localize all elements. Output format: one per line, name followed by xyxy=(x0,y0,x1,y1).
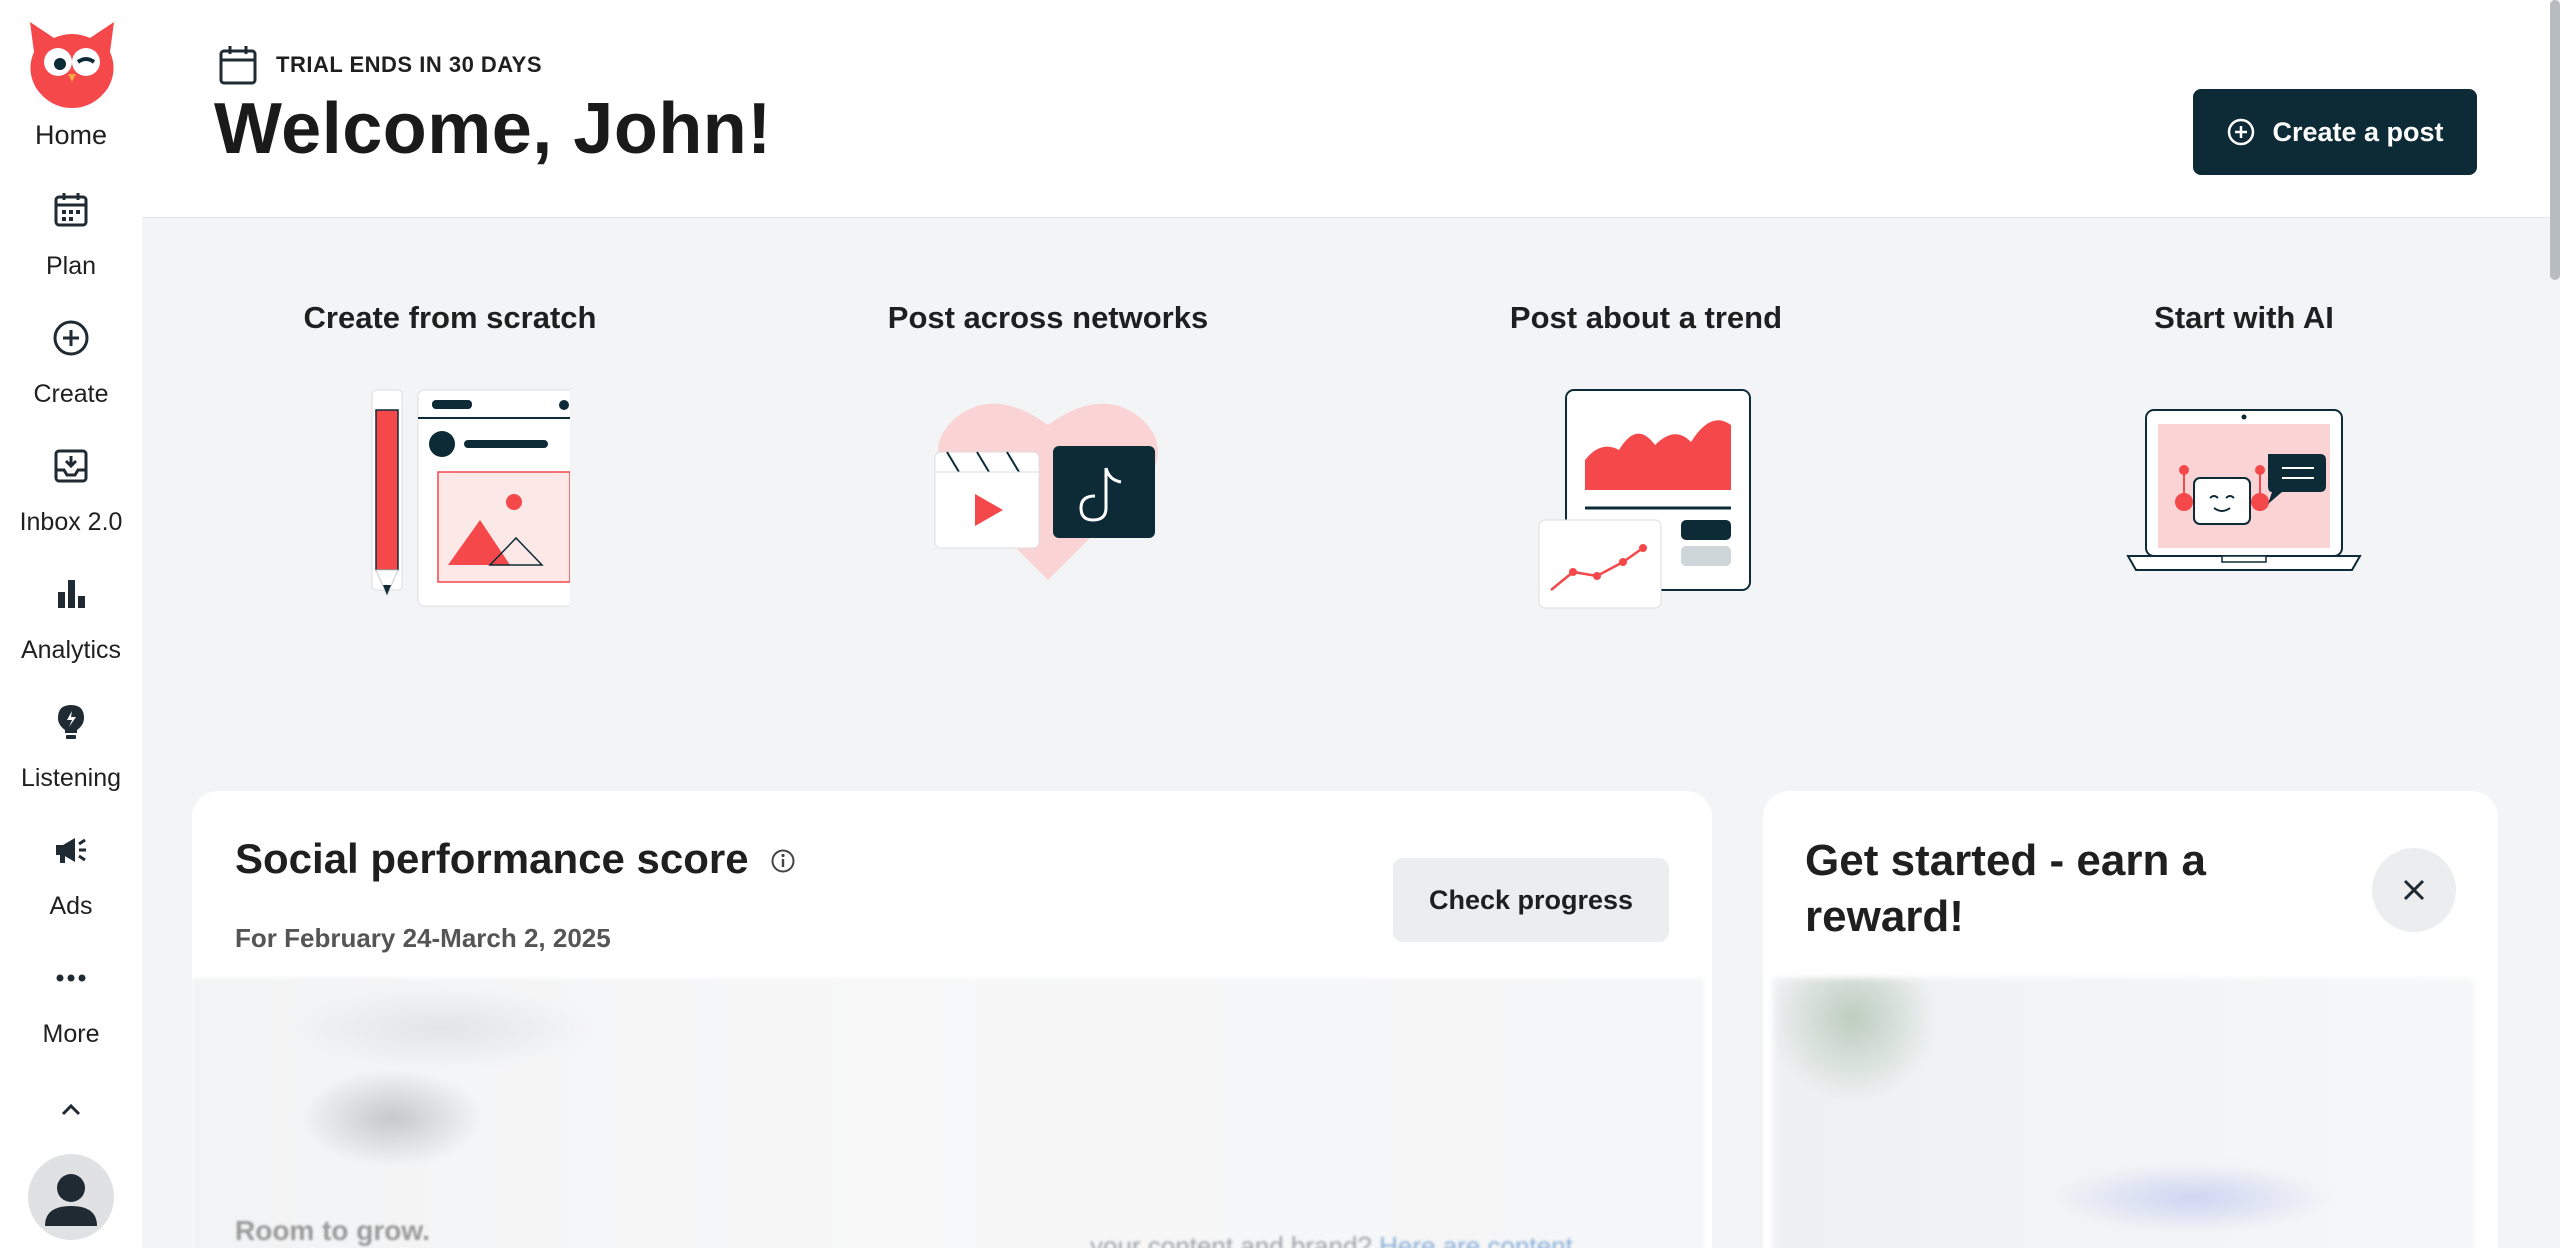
quick-title: Start with AI xyxy=(2154,300,2334,335)
nav-create-label: Create xyxy=(33,380,109,408)
calendar-icon xyxy=(219,46,257,85)
nav-ads-label: Ads xyxy=(49,892,93,920)
quick-title: Post across networks xyxy=(887,300,1209,335)
blurred-text-body: your content and brand? xyxy=(1090,1231,1372,1248)
page-title: Welcome, John! xyxy=(214,89,772,169)
plus-circle-icon xyxy=(53,320,89,356)
blurred-preview xyxy=(192,978,1704,1248)
info-icon[interactable] xyxy=(770,848,796,874)
lightbulb-icon xyxy=(58,705,84,739)
sidebar: Home Plan Create Inbox 2.0 Analytics Lis… xyxy=(0,0,142,1248)
blurred-preview xyxy=(1773,978,2475,1248)
trial-banner: TRIAL ENDS IN 30 DAYS xyxy=(218,44,542,86)
nav-home-label: Home xyxy=(34,120,108,150)
user-avatar-icon[interactable] xyxy=(28,1154,114,1240)
trial-text: TRIAL ENDS IN 30 DAYS xyxy=(276,52,543,77)
blurred-text: your content and brand? Here are content xyxy=(1090,1231,1573,1248)
plus-circle-icon xyxy=(2228,118,2255,146)
quick-title: Create from scratch xyxy=(303,300,597,335)
create-post-button[interactable]: Create a post xyxy=(2193,89,2477,175)
social-performance-card: Social performance score For February 24… xyxy=(192,791,1712,1248)
nav-plan[interactable]: Plan xyxy=(0,190,142,281)
status-text: Room to grow. xyxy=(235,1215,430,1246)
pencil-post-illustration xyxy=(371,389,570,607)
close-button[interactable] xyxy=(2372,848,2456,932)
quick-title: Post about a trend xyxy=(1509,300,1783,335)
nav-home[interactable]: Home xyxy=(0,120,142,151)
page-header: TRIAL ENDS IN 30 DAYS Welcome, John! Cre… xyxy=(142,0,2550,218)
bar-chart-icon xyxy=(58,580,85,608)
scrollbar-thumb[interactable] xyxy=(2550,0,2560,280)
networks-heart-illustration xyxy=(934,403,1158,580)
nav-ads[interactable]: Ads xyxy=(0,830,142,921)
quick-create-from-scratch[interactable]: Create from scratch xyxy=(200,300,700,610)
chevron-up-icon[interactable] xyxy=(55,1094,87,1126)
nav-analytics[interactable]: Analytics xyxy=(0,574,142,665)
owl-logo-icon[interactable] xyxy=(24,18,120,110)
nav-inbox-label: Inbox 2.0 xyxy=(19,508,123,536)
nav-analytics-label: Analytics xyxy=(20,636,122,664)
card-title: Get started - earn a reward! xyxy=(1805,836,2207,941)
nav-plan-label: Plan xyxy=(45,252,97,280)
nav-more-label: More xyxy=(42,1020,100,1048)
card-title: Social performance score xyxy=(235,835,749,882)
create-post-label: Create a post xyxy=(2272,116,2444,147)
date-range: For February 24-March 2, 2025 xyxy=(235,923,611,953)
ai-robot-laptop-illustration xyxy=(2126,409,2362,571)
inbox-icon xyxy=(54,449,88,483)
nav-listening-label: Listening xyxy=(20,764,122,792)
more-dots-icon xyxy=(56,974,86,982)
nav-inbox[interactable]: Inbox 2.0 xyxy=(0,446,142,537)
check-progress-button[interactable]: Check progress xyxy=(1393,858,1669,942)
close-icon xyxy=(2403,879,2425,901)
quick-post-across-networks[interactable]: Post across networks xyxy=(798,300,1298,590)
blurred-link[interactable]: Here are content xyxy=(1379,1231,1573,1248)
trend-chart-illustration xyxy=(1538,389,1751,609)
get-started-card: Get started - earn a reward! xyxy=(1763,791,2498,1248)
quick-start-with-ai[interactable]: Start with AI xyxy=(1994,300,2494,580)
nav-create[interactable]: Create xyxy=(0,318,142,409)
nav-more[interactable]: More xyxy=(0,958,142,1049)
megaphone-icon xyxy=(56,838,86,863)
nav-listening[interactable]: Listening xyxy=(0,702,142,793)
calendar-icon xyxy=(54,193,88,227)
quick-post-about-trend[interactable]: Post about a trend xyxy=(1396,300,1896,610)
